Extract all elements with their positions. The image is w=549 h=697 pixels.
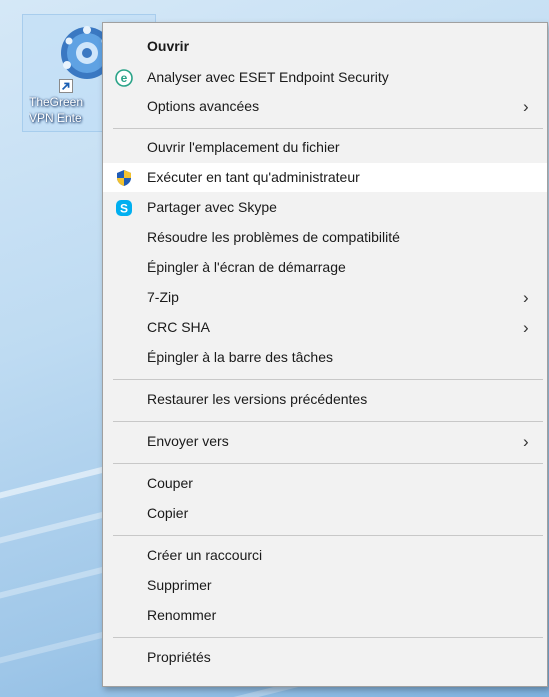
menu-item-label: Options avancées <box>147 98 260 114</box>
svg-text:e: e <box>121 71 128 85</box>
menu-item-label: Ouvrir l'emplacement du fichier <box>147 139 340 155</box>
menu-item-renommer[interactable]: Renommer <box>103 601 547 630</box>
menu-item-label: Ouvrir <box>147 38 190 54</box>
chevron-right-icon: › <box>523 318 529 337</box>
menu-item-supprimer[interactable]: Supprimer <box>103 571 547 600</box>
menu-item-eset-scan[interactable]: e Analyser avec ESET Endpoint Security <box>103 63 547 92</box>
desktop-shortcut-label-line1: TheGreen <box>29 95 84 109</box>
shortcut-arrow-icon <box>59 79 73 93</box>
menu-item-label: Partager avec Skype <box>147 199 277 215</box>
menu-item-7zip[interactable]: 7-Zip › <box>103 283 547 312</box>
menu-separator <box>113 421 543 422</box>
menu-item-label: Copier <box>147 505 189 521</box>
menu-item-creer-raccourci[interactable]: Créer un raccourci <box>103 541 547 570</box>
menu-separator <box>113 637 543 638</box>
menu-item-label: 7-Zip <box>147 289 179 305</box>
menu-item-ouvrir-emplacement[interactable]: Ouvrir l'emplacement du fichier <box>103 133 547 162</box>
uac-shield-icon <box>117 170 131 186</box>
menu-item-label: Épingler à la barre des tâches <box>147 349 333 365</box>
menu-item-label: Exécuter en tant qu'administrateur <box>147 169 360 185</box>
menu-item-ouvrir[interactable]: Ouvrir <box>103 32 547 61</box>
menu-separator <box>113 463 543 464</box>
menu-item-envoyer-vers[interactable]: Envoyer vers › <box>103 427 547 456</box>
skype-icon: S <box>116 200 132 216</box>
eset-icon: e <box>115 69 133 87</box>
svg-text:S: S <box>120 202 128 216</box>
menu-item-label: Analyser avec ESET Endpoint Security <box>147 69 389 85</box>
chevron-right-icon: › <box>523 97 529 116</box>
context-menu: Ouvrir e Analyser avec ESET Endpoint Sec… <box>102 22 548 687</box>
menu-item-label: Renommer <box>147 607 217 623</box>
menu-separator <box>113 128 543 129</box>
menu-item-label: Supprimer <box>147 577 212 593</box>
menu-separator <box>113 535 543 536</box>
menu-item-label: Créer un raccourci <box>147 547 263 563</box>
menu-item-epingler-demarrage[interactable]: Épingler à l'écran de démarrage <box>103 253 547 282</box>
menu-item-label: Restaurer les versions précédentes <box>147 391 368 407</box>
menu-item-epingler-barre-taches[interactable]: Épingler à la barre des tâches <box>103 343 547 372</box>
menu-item-options-avancees[interactable]: Options avancées › <box>103 92 547 121</box>
menu-item-label: Résoudre les problèmes de compatibilité <box>147 229 400 245</box>
menu-item-copier[interactable]: Copier <box>103 499 547 528</box>
menu-item-proprietes[interactable]: Propriétés <box>103 643 547 672</box>
menu-item-couper[interactable]: Couper <box>103 469 547 498</box>
chevron-right-icon: › <box>523 288 529 307</box>
desktop-shortcut-label-line2: VPN Ente <box>29 111 82 125</box>
menu-item-crc-sha[interactable]: CRC SHA › <box>103 313 547 342</box>
menu-item-executer-admin[interactable]: Exécuter en tant qu'administrateur <box>103 163 547 192</box>
menu-item-label: Couper <box>147 475 193 491</box>
chevron-right-icon: › <box>523 432 529 451</box>
menu-item-label: Épingler à l'écran de démarrage <box>147 259 346 275</box>
menu-item-resoudre-compatibilite[interactable]: Résoudre les problèmes de compatibilité <box>103 223 547 252</box>
menu-item-label: CRC SHA <box>147 319 211 335</box>
menu-item-restaurer-versions[interactable]: Restaurer les versions précédentes <box>103 385 547 414</box>
menu-item-partager-skype[interactable]: S Partager avec Skype <box>103 193 547 222</box>
menu-item-label: Envoyer vers <box>147 433 229 449</box>
menu-item-label: Propriétés <box>147 649 211 665</box>
menu-separator <box>113 379 543 380</box>
